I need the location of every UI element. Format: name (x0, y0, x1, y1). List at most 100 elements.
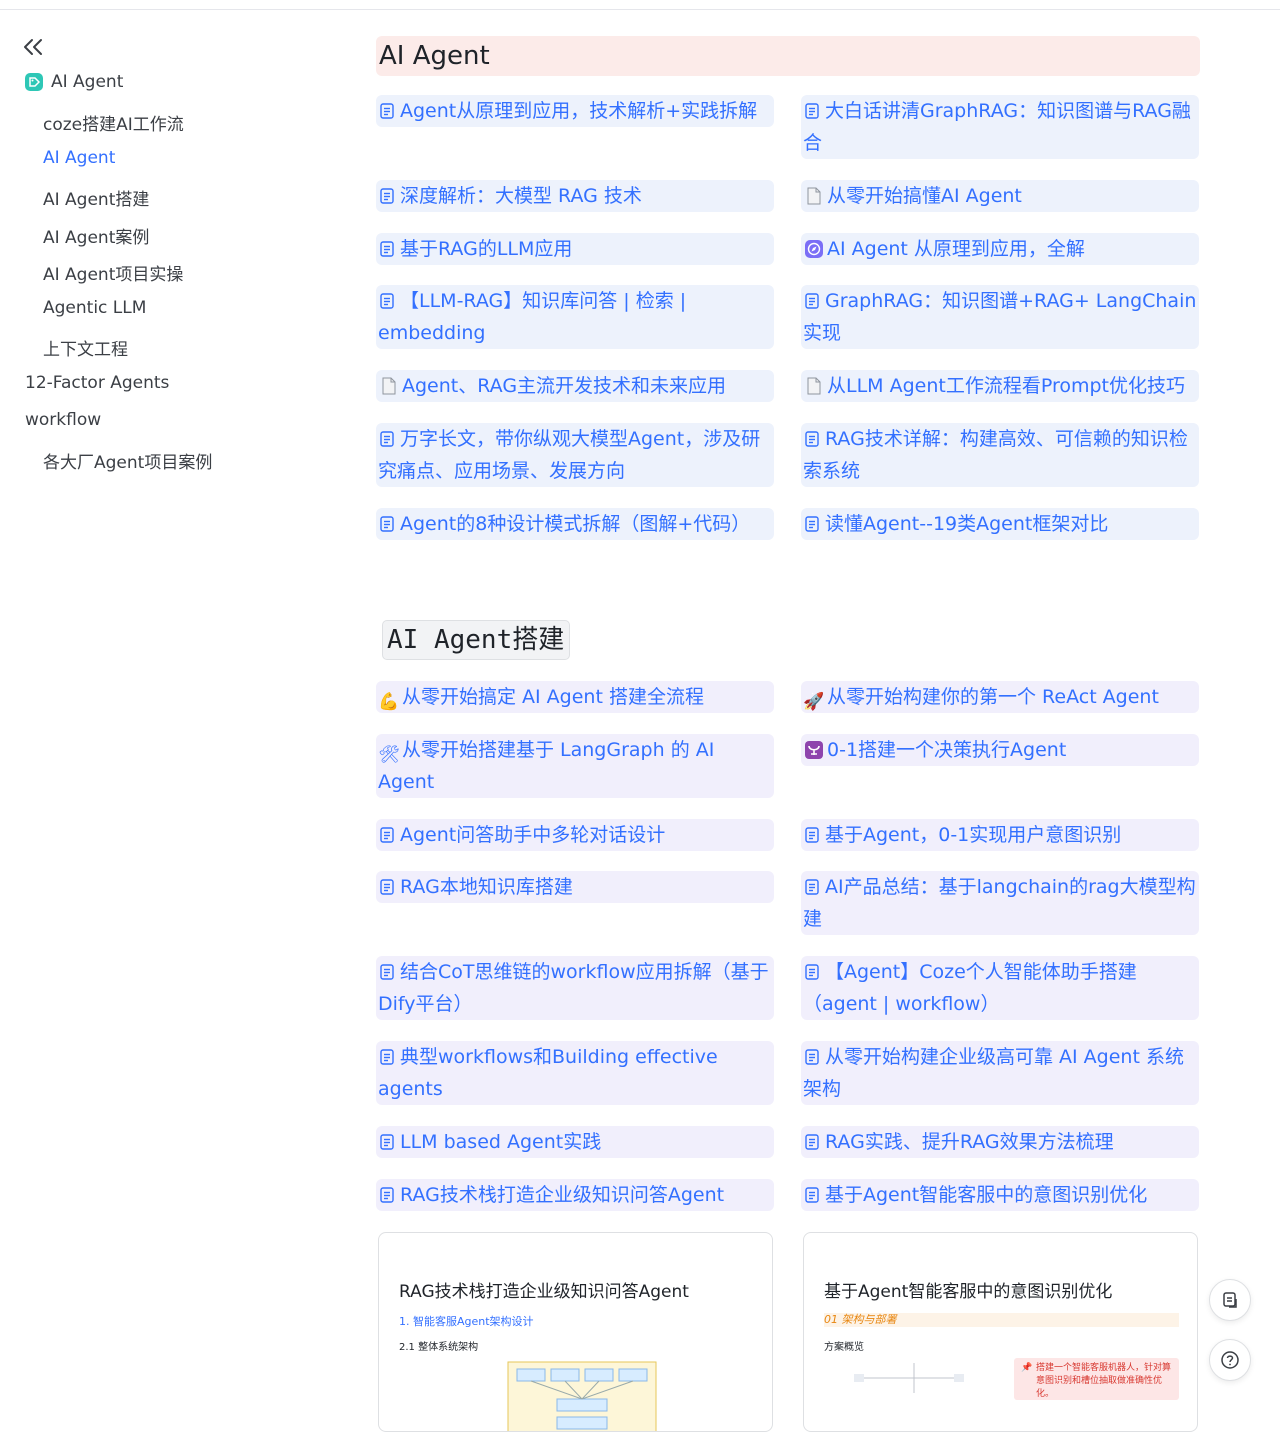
preview-subheading: 方案概览 (824, 1342, 864, 1353)
doc-link[interactable]: LLM based Agent实践 (376, 1126, 774, 1158)
doc-link[interactable]: 基于Agent智能客服中的意图识别优化 (801, 1179, 1199, 1211)
sidebar-item-workflow[interactable]: workflow (25, 410, 101, 430)
doc-link-title: AI Agent 从原理到应用，全解 (827, 238, 1085, 260)
doc-link[interactable]: 🚀 从零开始构建你的第一个 ReAct Agent (801, 681, 1199, 713)
top-divider (0, 0, 1280, 10)
doc-icon (803, 1044, 821, 1065)
doc-icon (378, 1182, 396, 1203)
doc-link[interactable]: 典型workflows和Building effective agents (376, 1041, 774, 1105)
doc-link[interactable]: RAG技术详解：构建高效、可信赖的知识检索系统 (801, 423, 1199, 487)
preview-subheading: 2.1 整体系统架构 (399, 1342, 479, 1353)
sidebar-item-coze[interactable]: coze搭建AI工作流 (43, 110, 184, 135)
doc-link[interactable]: 从LLM Agent工作流程看Prompt优化技巧 (801, 370, 1199, 402)
doc-icon (378, 98, 396, 119)
preview-card[interactable]: RAG技术栈打造企业级知识问答Agent 1. 智能客服Agent架构设计 2.… (378, 1232, 773, 1432)
doc-icon (378, 183, 396, 204)
doc-link[interactable]: RAG技术栈打造企业级知识问答Agent (376, 1179, 774, 1211)
sidebar-root-label: AI Agent (51, 72, 124, 92)
doc-link[interactable]: 基于RAG的LLM应用 (376, 233, 774, 265)
doc-icon (378, 236, 396, 257)
doc-link-title: 结合CoT思维链的workflow应用拆解（基于Dify平台） (378, 961, 769, 1015)
doc-link-title: RAG实践、提升RAG效果方法梳理 (825, 1131, 1114, 1153)
doc-link-title: 万字长文，带你纵观大模型Agent，涉及研究痛点、应用场景、发展方向 (378, 428, 761, 482)
sidebar-item-enterprise-cases[interactable]: 各大厂Agent项目案例 (43, 448, 212, 473)
doc-link-title: RAG技术栈打造企业级知识问答Agent (400, 1184, 725, 1206)
doc-link[interactable]: Agent的8种设计模式拆解（图解+代码） (376, 508, 774, 540)
doc-icon (378, 822, 396, 843)
doc-link-title: 0-1搭建一个决策执行Agent (827, 739, 1067, 761)
preview-card[interactable]: 基于Agent智能客服中的意图识别优化 01 架构与部署 方案概览 📌 搭建一个… (803, 1232, 1198, 1432)
doc-link-title: RAG本地知识库搭建 (400, 876, 573, 898)
sidebar-item-ai-agent-projects[interactable]: AI Agent项目实操 (43, 260, 183, 285)
doc-link[interactable]: Agent从原理到应用，技术解析+实践拆解 (376, 95, 774, 127)
copy-icon (1223, 1292, 1237, 1308)
doc-icon (803, 511, 821, 532)
section-heading-ai-agent: AI Agent (376, 36, 1200, 76)
doc-icon (378, 288, 396, 309)
sidebar-item-ai-agent[interactable]: AI Agent (43, 148, 115, 168)
page-icon (378, 375, 400, 397)
doc-link[interactable]: RAG实践、提升RAG效果方法梳理 (801, 1126, 1199, 1158)
doc-link-title: LLM based Agent实践 (400, 1131, 602, 1153)
doc-link[interactable]: Agent问答助手中多轮对话设计 (376, 819, 774, 851)
doc-link[interactable]: 0-1搭建一个决策执行Agent (801, 734, 1199, 766)
compass-icon (803, 238, 825, 260)
doc-icon (803, 1129, 821, 1150)
page-icon (803, 375, 825, 397)
help-icon (1221, 1351, 1239, 1369)
doc-link[interactable]: 🛠 从零开始搭建基于 LangGraph 的 AI Agent (376, 734, 774, 798)
doc-link[interactable]: 从零开始构建企业级高可靠 AI Agent 系统架构 (801, 1041, 1199, 1105)
help-button[interactable] (1209, 1339, 1251, 1381)
doc-link[interactable]: 万字长文，带你纵观大模型Agent，涉及研究痛点、应用场景、发展方向 (376, 423, 774, 487)
doc-icon (378, 1129, 396, 1150)
doc-link-title: Agent、RAG主流开发技术和未来应用 (402, 375, 727, 397)
doc-link-title: RAG技术详解：构建高效、可信赖的知识检索系统 (803, 428, 1188, 482)
doc-link-title: 从零开始搭建基于 LangGraph 的 AI Agent (378, 739, 715, 793)
doc-link[interactable]: 大白话讲清GraphRAG：知识图谱与RAG融合 (801, 95, 1199, 159)
page-icon (803, 185, 825, 207)
sidebar-item-12-factor[interactable]: 12-Factor Agents (25, 373, 169, 393)
doc-icon (378, 874, 396, 895)
doc-link[interactable]: 💪 从零开始搞定 AI Agent 搭建全流程 (376, 681, 774, 713)
sidebar-item-ai-agent-build[interactable]: AI Agent搭建 (43, 185, 149, 210)
doc-icon (378, 959, 396, 980)
doc-icon (803, 288, 821, 309)
doc-link[interactable]: AI Agent 从原理到应用，全解 (801, 233, 1199, 265)
doc-link-title: 从零开始构建你的第一个 ReAct Agent (827, 686, 1159, 708)
doc-link-title: 【LLM-RAG】知识库问答 | 检索 | embedding (378, 290, 687, 344)
doc-link-title: 读懂Agent--19类Agent框架对比 (825, 513, 1109, 535)
doc-link[interactable]: 从零开始搞懂AI Agent (801, 180, 1199, 212)
doc-link[interactable]: 【Agent】Coze个人智能体助手搭建（agent | workflow） (801, 956, 1199, 1020)
doc-link-title: 典型workflows和Building effective agents (378, 1046, 718, 1100)
doc-link[interactable]: 读懂Agent--19类Agent框架对比 (801, 508, 1199, 540)
muscle-icon: 💪 (378, 692, 400, 712)
doc-link[interactable]: 深度解析：大模型 RAG 技术 (376, 180, 774, 212)
doc-link[interactable]: Agent、RAG主流开发技术和未来应用 (376, 370, 774, 402)
rocket-icon: 🚀 (803, 692, 825, 712)
doc-icon (803, 874, 821, 895)
doc-link-title: Agent从原理到应用，技术解析+实践拆解 (400, 100, 758, 122)
sidebar-item-agentic-llm[interactable]: Agentic LLM (43, 298, 146, 318)
preview-title: 基于Agent智能客服中的意图识别优化 (824, 1282, 1113, 1302)
collapse-icon[interactable] (22, 38, 44, 56)
doc-link[interactable]: 结合CoT思维链的workflow应用拆解（基于Dify平台） (376, 956, 774, 1020)
sidebar-item-context-engineering[interactable]: 上下文工程 (43, 335, 128, 360)
doc-link-title: Agent问答助手中多轮对话设计 (400, 824, 666, 846)
preview-note: 📌 搭建一个智能客服机器人，针对算意图识别和槽位抽取做准确性优化。 (1014, 1358, 1179, 1400)
doc-link-title: Agent的8种设计模式拆解（图解+代码） (400, 513, 751, 535)
tools-icon: 🛠 (378, 745, 400, 765)
copy-button[interactable] (1209, 1279, 1251, 1321)
sidebar-item-ai-agent-cases[interactable]: AI Agent案例 (43, 223, 149, 248)
sidebar-root-item[interactable]: AI Agent (25, 72, 123, 92)
preview-subtitle: 1. 智能客服Agent架构设计 (399, 1315, 534, 1328)
doc-link[interactable]: 基于Agent，0-1实现用户意图识别 (801, 819, 1199, 851)
preview-title: RAG技术栈打造企业级知识问答Agent (399, 1282, 689, 1302)
doc-link[interactable]: 【LLM-RAG】知识库问答 | 检索 | embedding (376, 285, 774, 349)
doc-link[interactable]: AI产品总结：基于langchain的rag大模型构建 (801, 871, 1199, 935)
doc-link[interactable]: GraphRAG：知识图谱+RAG+ LangChain实现 (801, 285, 1199, 349)
doc-icon (378, 426, 396, 447)
doc-link[interactable]: RAG本地知识库搭建 (376, 871, 774, 903)
doc-icon (803, 959, 821, 980)
doc-link-title: 深度解析：大模型 RAG 技术 (400, 185, 642, 207)
doc-link-title: 从零开始构建企业级高可靠 AI Agent 系统架构 (803, 1046, 1184, 1100)
